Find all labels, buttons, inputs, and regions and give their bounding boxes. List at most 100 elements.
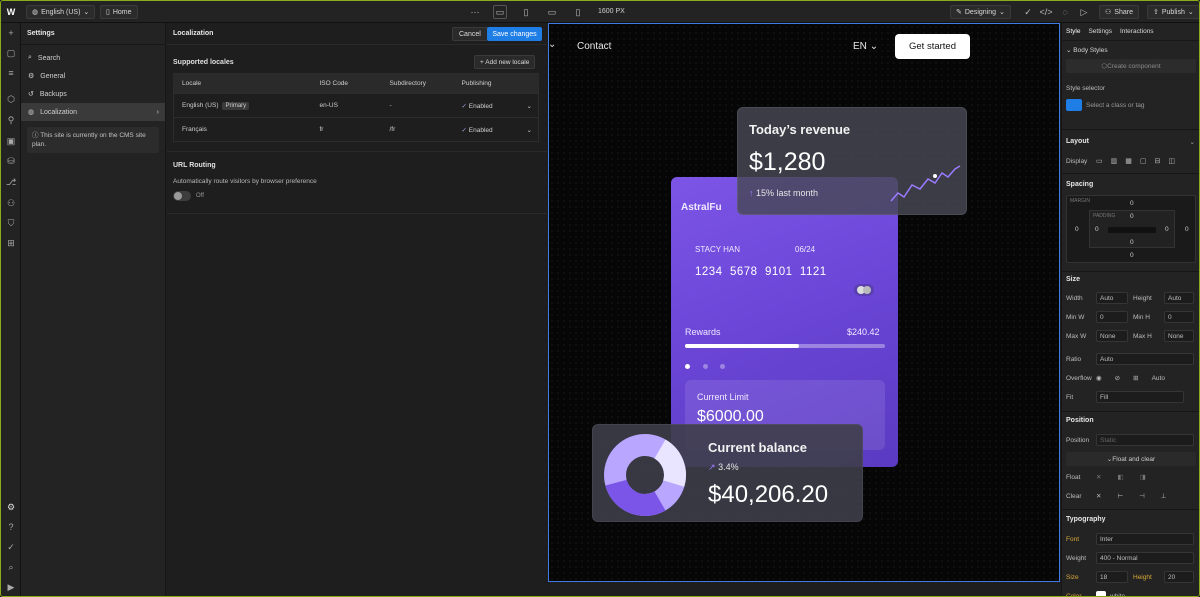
color-swatch[interactable] [1096, 591, 1106, 596]
table-row[interactable]: Français fr /fr ✓ Enabled ⌄ [173, 117, 539, 142]
fit-select[interactable]: Fill [1096, 391, 1184, 403]
table-row[interactable]: English (US) Primary en-US - ✓ Enabled ⌄ [173, 93, 539, 118]
audit-icon[interactable]: ✓ [5, 541, 17, 553]
padding-left-value[interactable]: 0 [1095, 226, 1099, 233]
publish-button[interactable]: ⇪ Publish ⌄ [1147, 5, 1199, 19]
body-styles-row[interactable]: ⌄ Body Styles [1066, 46, 1108, 54]
min-width-input[interactable]: 0 [1096, 311, 1128, 323]
settings-item-localization[interactable]: ◍ Localization › [21, 103, 165, 121]
chevron-down-icon[interactable]: ⌄ [527, 126, 532, 134]
overflow-options-icon[interactable]: ◉⊘⊞ [1096, 374, 1152, 382]
nav-link-contact[interactable]: Contact [577, 41, 611, 52]
mode-switcher[interactable]: ✎ Designing ⌄ [950, 5, 1011, 19]
landscape-breakpoint-icon[interactable]: ▭ [545, 5, 559, 19]
margin-left-value[interactable]: 0 [1075, 226, 1079, 233]
settings-item-label: General [40, 72, 66, 80]
share-button[interactable]: ⚇ Share [1099, 5, 1139, 19]
check-circle-icon[interactable]: ✓ [1021, 5, 1035, 19]
desktop-breakpoint-icon[interactable]: ▭ [493, 5, 507, 19]
apps-icon[interactable]: ⊞ [5, 237, 17, 249]
tablet-breakpoint-icon[interactable]: ▯ [519, 5, 533, 19]
clear-options-icon[interactable]: ✕⊢⊣⊥ [1096, 492, 1182, 500]
float-clear-toggle[interactable]: ⌄ Float and clear [1066, 452, 1196, 466]
margin-right-value[interactable]: 0 [1185, 226, 1189, 233]
style-selector-input[interactable]: Select a class or tag [1066, 98, 1196, 112]
max-height-input[interactable]: None [1164, 330, 1194, 342]
language-selector[interactable]: EN ⌄ [853, 41, 878, 52]
carousel-dot[interactable] [685, 364, 690, 369]
language-switcher[interactable]: ◍ English (US) ⌄ [26, 5, 96, 19]
comment-icon[interactable]: ◌ [1058, 5, 1072, 19]
carousel-dot[interactable] [703, 364, 708, 369]
weight-select[interactable]: 400 - Normal [1096, 552, 1194, 564]
help-icon[interactable]: ? [5, 521, 17, 533]
carousel-dot[interactable] [720, 364, 725, 369]
overflow-auto-label[interactable]: Auto [1152, 375, 1165, 382]
info-icon: ⓘ [32, 132, 41, 139]
padding-right-value[interactable]: 0 [1165, 226, 1169, 233]
font-select[interactable]: Inter [1096, 533, 1194, 545]
search-icon[interactable]: ⌕ [5, 561, 17, 573]
add-locale-button[interactable]: + Add new locale [474, 55, 536, 69]
ecommerce-icon[interactable]: ⛉ [5, 217, 17, 229]
code-icon[interactable]: </> [1039, 5, 1053, 19]
settings-item-general[interactable]: ⚙ General [21, 67, 165, 85]
spacing-box[interactable]: MARGIN 0 0 0 0 PADDING 0 0 0 0 [1066, 195, 1196, 263]
chevron-down-icon[interactable]: ⌄ [527, 102, 532, 110]
tab-settings[interactable]: Settings [1088, 28, 1112, 35]
logic-icon[interactable]: ⎇ [5, 176, 17, 188]
chevron-down-icon[interactable]: ⌄ [549, 39, 556, 50]
cms-icon[interactable]: ⛁ [5, 155, 17, 167]
webflow-logo-icon[interactable]: W [4, 5, 18, 19]
font-size-input[interactable]: 18 [1096, 571, 1128, 583]
locale-cell: English (US) Primary [173, 93, 312, 118]
locale-cell: Français [173, 117, 312, 142]
globe-icon: ◍ [28, 109, 35, 116]
chevron-down-icon[interactable]: ⌄ [1190, 138, 1195, 146]
color-value[interactable]: white [1110, 593, 1125, 597]
pages-icon[interactable]: ▢ [5, 47, 17, 59]
get-started-button[interactable]: Get started [895, 34, 970, 59]
variables-icon[interactable]: ⚲ [5, 114, 17, 126]
width-input[interactable]: Auto [1096, 292, 1128, 304]
display-options-icon[interactable]: ▭▥▦▢⊟◫ [1096, 157, 1183, 165]
divider [167, 213, 547, 214]
design-canvas[interactable]: ⌄ Contact EN ⌄ Get started AstralFu STAC… [548, 23, 1060, 582]
padding-top-value[interactable]: 0 [1130, 213, 1134, 220]
navigator-icon[interactable]: ≡ [5, 67, 17, 79]
assets-icon[interactable]: ▣ [5, 135, 17, 147]
more-icon[interactable]: ··· [468, 5, 482, 19]
padding-bottom-value[interactable]: 0 [1130, 239, 1134, 246]
components-icon[interactable]: ⬡ [5, 93, 17, 105]
margin-top-value[interactable]: 0 [1130, 200, 1134, 207]
ratio-select[interactable]: Auto [1096, 353, 1194, 365]
height-input[interactable]: Auto [1164, 292, 1194, 304]
publishing-cell[interactable]: ✓ Enabled ⌄ [453, 93, 539, 118]
float-row: Float ✕◧◨ [1066, 470, 1196, 484]
settings-gear-icon[interactable]: ⚙ [5, 501, 17, 513]
min-height-input[interactable]: 0 [1164, 311, 1194, 323]
cancel-button[interactable]: Cancel [452, 27, 488, 41]
page-switcher[interactable]: ▯ Home [100, 5, 138, 19]
position-select[interactable]: Static [1096, 434, 1194, 446]
settings-item-search[interactable]: ⌕ Search [21, 49, 165, 67]
line-height-input[interactable]: 20 [1164, 571, 1194, 583]
balance-value: $40,206.20 [708, 481, 829, 508]
max-width-input[interactable]: None [1096, 330, 1128, 342]
users-icon[interactable]: ⚇ [5, 197, 17, 209]
create-component-button[interactable]: ⬡ Create component [1066, 59, 1196, 73]
float-options-icon[interactable]: ✕◧◨ [1096, 473, 1162, 481]
video-icon[interactable]: ▶ [5, 581, 17, 593]
margin-bottom-value[interactable]: 0 [1130, 252, 1134, 259]
publishing-cell[interactable]: ✓ Enabled ⌄ [453, 117, 539, 142]
save-changes-button[interactable]: Save changes [487, 27, 542, 41]
tab-style[interactable]: Style [1066, 28, 1080, 35]
toggle-state-label: Off [196, 193, 204, 199]
url-routing-toggle[interactable] [173, 191, 191, 201]
play-icon[interactable]: ▷ [1077, 5, 1091, 19]
tab-interactions[interactable]: Interactions [1120, 28, 1154, 35]
add-icon[interactable]: + [5, 27, 17, 39]
settings-item-backups[interactable]: ↺ Backups [21, 85, 165, 103]
mobile-breakpoint-icon[interactable]: ▯ [571, 5, 585, 19]
style-panel-tabs: Style Settings Interactions [1062, 23, 1199, 41]
